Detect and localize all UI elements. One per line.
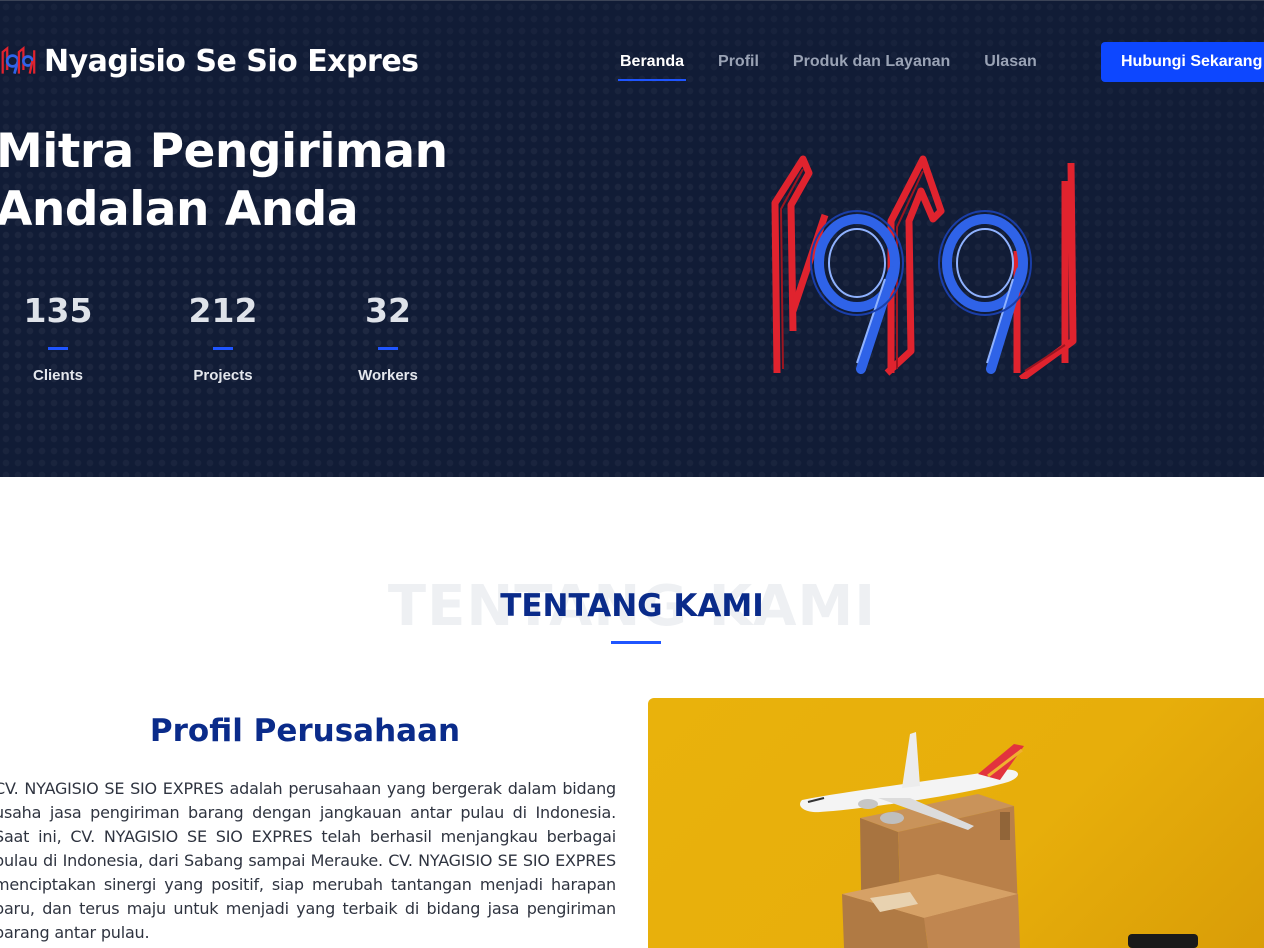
stat-label: Clients	[32, 367, 83, 384]
shipping-photo	[648, 698, 1264, 948]
profile-title: Profil Perusahaan	[149, 713, 461, 749]
brand-link[interactable]: Nyagisio Se Sio Expres	[0, 43, 419, 79]
stat-projects: 212 Projects	[158, 291, 288, 384]
nav-item-beranda[interactable]: Beranda	[617, 53, 687, 81]
stat-clients: 135 Clients	[0, 291, 123, 384]
shipping-illustration	[800, 732, 1198, 948]
section-title: TENTANG KAMI	[500, 588, 764, 624]
stat-value: 32	[365, 291, 411, 330]
stat-workers: 32 Workers	[323, 291, 453, 384]
main-nav: Beranda Profil Produk dan Layanan Ulasan	[617, 53, 1071, 81]
stat-value: 212	[188, 291, 258, 330]
stat-label: Workers	[358, 367, 418, 384]
cardboard-box-icon	[842, 794, 1020, 948]
stat-divider	[378, 347, 398, 350]
hero-section: Nyagisio Se Sio Expres Beranda Profil Pr…	[0, 0, 1264, 477]
nav-item-profil[interactable]: Profil	[718, 53, 759, 81]
profile-text: CV. NYAGISIO SE SIO EXPRES adalah perusa…	[0, 779, 616, 942]
hero-headline: Mitra Pengiriman Andalan Anda	[0, 124, 448, 237]
section-divider	[611, 641, 661, 644]
stat-divider	[48, 347, 68, 350]
nav-item-produk-dan-layanan[interactable]: Produk dan Layanan	[793, 53, 950, 81]
brand-logo-icon	[1, 46, 36, 74]
stat-divider	[213, 347, 233, 350]
nav-item-ulasan[interactable]: Ulasan	[984, 53, 1036, 81]
company-logo-1919	[771, 155, 1077, 379]
brand-name[interactable]: Nyagisio Se Sio Expres	[44, 44, 419, 79]
contact-now-button[interactable]: Hubungi Sekarang	[1101, 42, 1264, 82]
stat-label: Projects	[193, 367, 253, 384]
stat-value: 135	[23, 291, 93, 330]
